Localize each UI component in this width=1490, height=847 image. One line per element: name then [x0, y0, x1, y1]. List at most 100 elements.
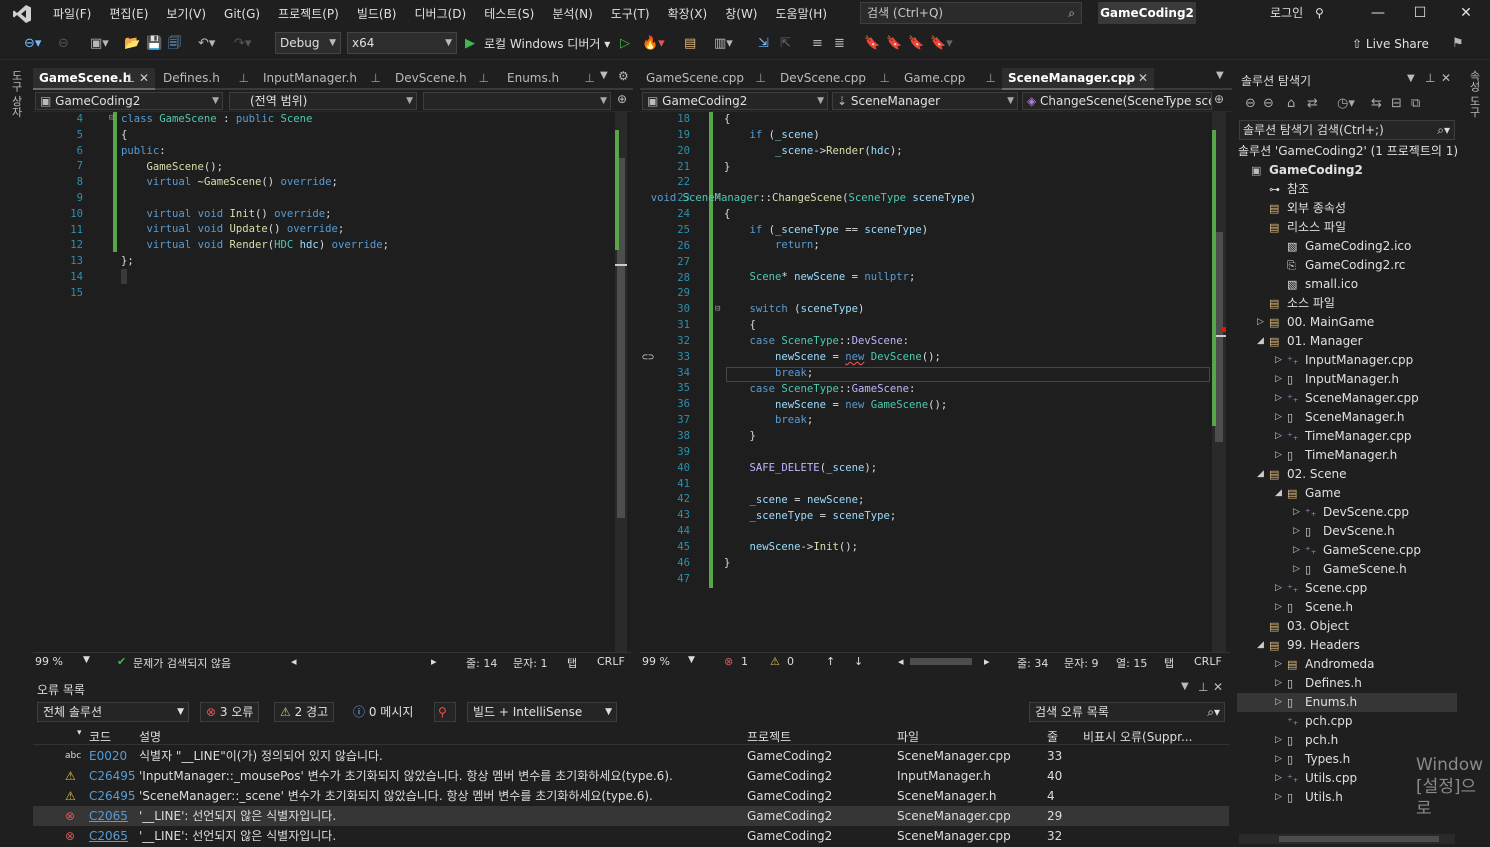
error-code[interactable]: E0020 — [89, 746, 127, 766]
collapsed-chevron-icon[interactable]: ▷ — [1275, 674, 1282, 693]
messages-filter-button[interactable]: ⓘ 0 메시지 — [347, 702, 419, 722]
tab-scenemanager-cpp[interactable]: SceneManager.cpp ⊥ ✕ — [1002, 68, 1154, 90]
tree-item[interactable]: ▷ ▯ GameScene.h — [1237, 560, 1457, 579]
error-row[interactable]: ⚠ C26495 'InputManager::_mousePos' 변수가 초기화… — [33, 766, 1229, 786]
collapse-all-icon[interactable]: ⊟ — [1391, 96, 1402, 111]
split-add-icon[interactable]: ⊕ — [1214, 92, 1224, 106]
pin-icon[interactable]: ⊥ — [239, 68, 249, 89]
tree-item[interactable]: ▤ 소스 파일 — [1237, 294, 1457, 313]
back-icon[interactable]: ⊖ — [1245, 96, 1256, 111]
tree-item[interactable]: ▷ ▯ DevScene.h — [1237, 522, 1457, 541]
uncomment-lines-icon[interactable]: ≣ — [834, 34, 845, 54]
tab-defines-h[interactable]: Defines.h ⊥ — [157, 68, 255, 90]
tab-devscene-cpp[interactable]: DevScene.cpp ⊥ — [774, 68, 896, 90]
redo-icon[interactable]: ↷▾ — [234, 34, 251, 54]
right-class-dropdown[interactable]: ⇣ SceneManager ▼ — [832, 92, 1018, 110]
close-icon[interactable]: ⊥ ✕ — [1124, 68, 1148, 89]
collapsed-chevron-icon[interactable]: ▷ — [1293, 503, 1300, 522]
line-indicator[interactable]: 줄: 34 — [1017, 655, 1048, 671]
tree-item[interactable]: ⊶ 참조 — [1237, 180, 1457, 199]
collapsed-chevron-icon[interactable]: ▷ — [1275, 693, 1282, 712]
panel-menu-icon[interactable]: ▼ — [1181, 681, 1189, 692]
back-navigate-icon[interactable]: ⊖▾ — [24, 34, 41, 54]
collapsed-chevron-icon[interactable]: ▷ — [1275, 446, 1282, 465]
col-file[interactable]: 파일 — [897, 728, 919, 745]
pencil-hint-icon[interactable]: ⊂⊃ — [642, 352, 654, 363]
scroll-left-icon[interactable]: ◂ — [898, 655, 904, 668]
forward-icon[interactable]: ⊖ — [1263, 96, 1274, 111]
scroll-right-icon[interactable]: ▸ — [431, 655, 437, 668]
issues-status[interactable]: 문제가 검색되지 않음 — [133, 655, 231, 671]
menu-item[interactable]: 도구(T) — [602, 0, 659, 28]
menu-item[interactable]: 테스트(S) — [475, 0, 543, 28]
menu-item[interactable]: 보기(V) — [157, 0, 215, 28]
menu-item[interactable]: 창(W) — [716, 0, 766, 28]
tab-indicator[interactable]: 탭 — [567, 655, 577, 671]
tab-game-cpp[interactable]: Game.cpp ⊥ — [898, 68, 1002, 90]
next-issue-icon[interactable]: ↓ — [854, 655, 863, 668]
platform-dropdown[interactable]: x64 ▼ — [347, 32, 457, 54]
collapsed-chevron-icon[interactable]: ▷ — [1293, 560, 1300, 579]
tab-list-dropdown-icon[interactable]: ▼ — [600, 70, 608, 81]
sort-icon[interactable]: ▾ — [77, 728, 82, 738]
step-disabled-icon[interactable]: ⇱ — [780, 34, 791, 54]
save-icon[interactable]: 💾 — [146, 34, 162, 54]
pin-icon[interactable]: ⊥ — [986, 68, 996, 89]
collapse-icon[interactable]: ⊟ — [715, 304, 720, 314]
menu-item[interactable]: 디버그(D) — [406, 0, 476, 28]
split-add-icon[interactable]: ⊕ — [617, 92, 627, 106]
close-icon[interactable]: ✕ — [1213, 680, 1223, 694]
tree-item[interactable]: ⁺₊ pch.cpp — [1237, 712, 1457, 731]
home-icon[interactable]: ⌂ — [1287, 96, 1295, 111]
tree-item[interactable]: ◢ ▤ 01. Manager — [1237, 332, 1457, 351]
left-member-dropdown[interactable]: ▼ — [423, 92, 611, 110]
tree-item[interactable]: ⎘ GameCoding2.rc — [1237, 256, 1457, 275]
h-scroll-thumb[interactable] — [910, 658, 972, 665]
tree-item[interactable]: ▷ ▯ Scene.h — [1237, 598, 1457, 617]
char-indicator[interactable]: 문자: 9 — [1064, 655, 1098, 671]
tree-item[interactable]: ▷ ⁺₊ SceneManager.cpp — [1237, 389, 1457, 408]
tab-inputmanager-h[interactable]: InputManager.h ⊥ — [257, 68, 387, 90]
collapsed-chevron-icon[interactable]: ▷ — [1275, 750, 1282, 769]
tree-item[interactable]: ◢ ▤ 99. Headers — [1237, 636, 1457, 655]
comment-lines-icon[interactable]: ≡ — [812, 34, 823, 54]
login-link[interactable]: 로그인 ⚲ — [1270, 4, 1324, 21]
scroll-right-icon[interactable]: ▸ — [984, 655, 990, 668]
scope-dropdown[interactable]: 전체 솔루션 ▼ — [37, 702, 189, 722]
scroll-thumb[interactable] — [1215, 232, 1223, 442]
pin-icon[interactable]: ⊥ — [1425, 71, 1435, 85]
panel-menu-icon[interactable]: ▼ — [1407, 73, 1415, 84]
warning-count[interactable]: 0 — [787, 655, 794, 668]
tree-item[interactable]: ▷ ⁺₊ TimeManager.cpp — [1237, 427, 1457, 446]
error-code[interactable]: C2065 — [89, 806, 128, 826]
feedback-icon[interactable]: ⚑ — [1452, 34, 1464, 54]
forward-navigate-icon[interactable]: ⊖ — [58, 34, 69, 54]
chevron-down-icon[interactable]: ▼ — [688, 655, 695, 665]
close-icon[interactable]: ⊥ ✕ — [125, 68, 149, 89]
step-icon[interactable]: ⇲ — [758, 34, 769, 54]
left-editor-scrollbar[interactable] — [615, 112, 627, 652]
pin-icon[interactable]: ⊥ — [880, 68, 890, 89]
tree-item[interactable]: ▷ ⁺₊ Scene.cpp — [1237, 579, 1457, 598]
collapse-icon[interactable]: ⊟ — [109, 113, 114, 123]
settings-gear-icon[interactable]: ⚙ — [618, 69, 629, 83]
tree-item[interactable]: ▷ ▯ TimeManager.h — [1237, 446, 1457, 465]
zoom-level[interactable]: 99 % — [35, 655, 63, 668]
tree-item[interactable]: ▷ ▯ Enums.h — [1237, 693, 1457, 712]
collapsed-chevron-icon[interactable]: ▷ — [1275, 598, 1282, 617]
tree-h-scrollbar[interactable] — [1239, 834, 1455, 844]
tab-enums-h[interactable]: Enums.h ⊥ — [501, 68, 601, 90]
expanded-chevron-icon[interactable]: ◢ — [1257, 636, 1264, 655]
menu-item[interactable]: Git(G) — [215, 0, 269, 28]
close-icon[interactable]: ✕ — [1441, 71, 1451, 85]
visual-studio-logo-icon[interactable] — [0, 0, 44, 28]
collapsed-chevron-icon[interactable]: ▷ — [1275, 351, 1282, 370]
tree-item[interactable]: ▷ ⁺₊ InputManager.cpp — [1237, 351, 1457, 370]
prev-issue-icon[interactable]: ↑ — [826, 655, 835, 668]
errors-filter-button[interactable]: ⊗ 3 오류 — [200, 702, 260, 722]
right-member-dropdown[interactable]: ◈ ChangeScene(SceneType sce — [1022, 92, 1212, 110]
menu-item[interactable]: 도움말(H) — [767, 0, 837, 28]
error-code[interactable]: C26495 — [89, 786, 136, 806]
error-count[interactable]: 1 — [741, 655, 748, 668]
tree-item[interactable]: ▷ ⁺₊ DevScene.cpp — [1237, 503, 1457, 522]
